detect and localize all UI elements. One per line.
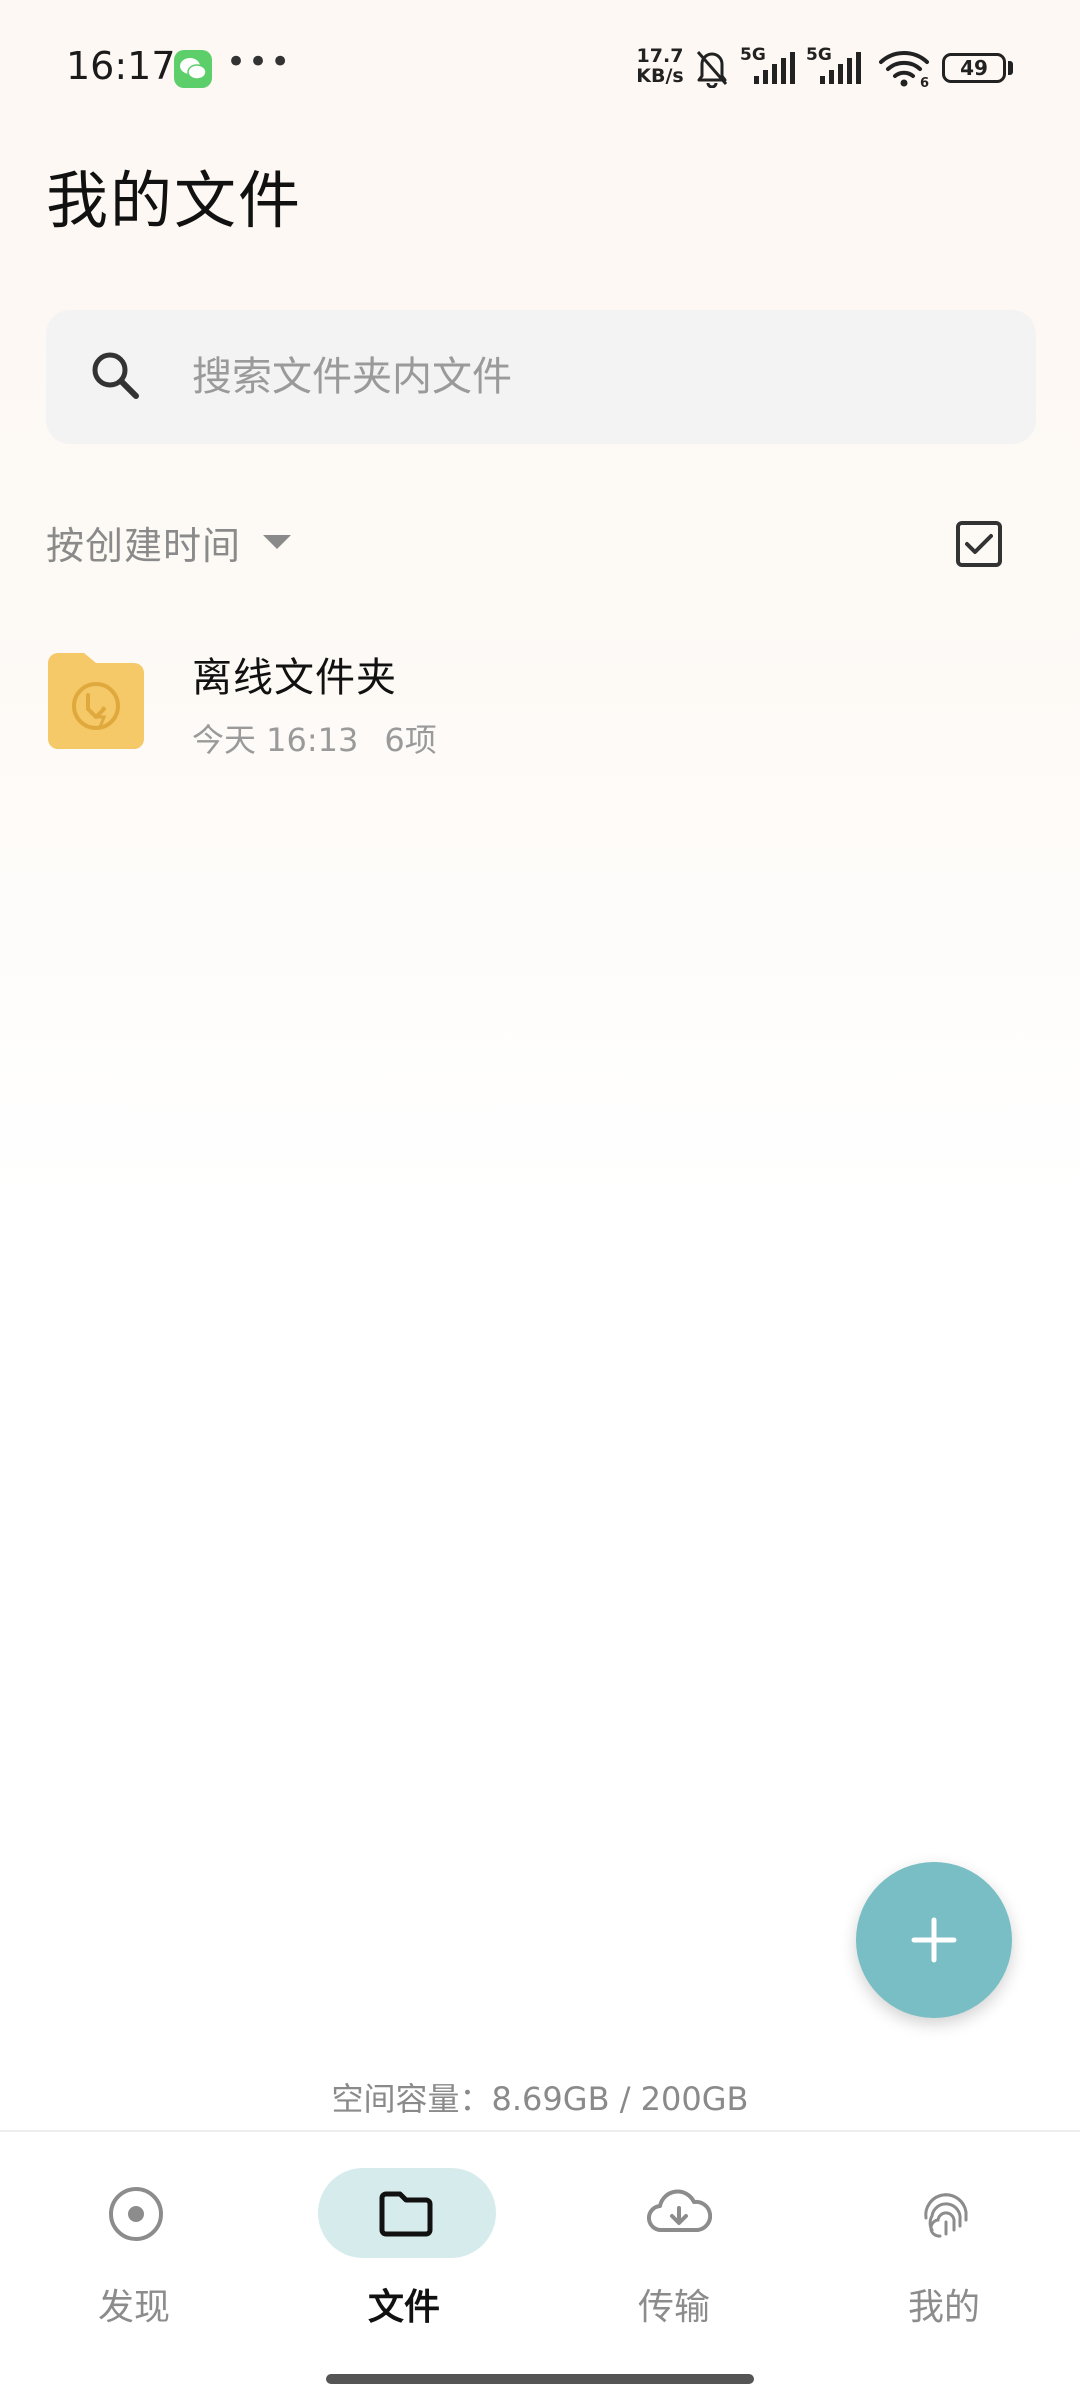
battery-icon: 49 [942, 53, 1006, 83]
nav-label: 文件 [367, 2287, 440, 2328]
battery-tip [1008, 61, 1013, 75]
sort-label: 按创建时间 [46, 523, 242, 568]
search-bar[interactable] [46, 310, 1036, 444]
wifi-icon: 6 [879, 51, 929, 88]
storage-capacity: 空间容量：8.69GB / 200GB [331, 2080, 749, 2118]
wechat-icon [174, 50, 212, 88]
signal-icon: 5G [740, 46, 795, 84]
bottom-nav: 发现 文件 传输 我的 [0, 2130, 1080, 2400]
screen: 16:17 ••• 17.7 KB/s 5G 5G 6 49 我的文件 搜索文件… [0, 0, 1080, 2400]
select-checkbox-icon[interactable] [954, 519, 1004, 569]
signal-icon: 5G [806, 46, 861, 84]
folder-icon [379, 2191, 433, 2237]
search-icon [92, 352, 139, 399]
nav-item-files[interactable]: 文件 [304, 2168, 504, 2348]
sort-dropdown[interactable]: 按创建时间 [46, 512, 292, 572]
net-speed-value: 17.7 [636, 45, 684, 67]
home-indicator[interactable] [326, 2374, 754, 2384]
cloud-download-icon [647, 2189, 712, 2233]
add-button[interactable] [856, 1862, 1012, 2018]
page-title: 我的文件 [46, 164, 303, 237]
file-date: 今天 16:13 [192, 721, 359, 759]
wifi-badge: 6 [920, 76, 929, 88]
fingerprint-icon [924, 2193, 968, 2238]
plus-icon [911, 1917, 957, 1963]
signal-label: 5G [740, 46, 766, 65]
nav-label: 我的 [907, 2287, 980, 2328]
file-meta: 今天 16:13 6项 [192, 715, 437, 761]
nav-item-mine[interactable]: 我的 [844, 2168, 1044, 2348]
discover-icon [109, 2187, 163, 2241]
search-input[interactable] [190, 346, 994, 408]
list-item[interactable]: 离线文件夹 今天 16:13 6项 [0, 625, 1080, 775]
nav-label: 发现 [97, 2287, 170, 2328]
net-speed-unit: KB/s [636, 65, 684, 87]
nav-label: 传输 [637, 2287, 710, 2328]
file-count: 6项 [384, 721, 437, 759]
net-speed: 17.7 KB/s [632, 46, 688, 86]
status-bar: 16:17 ••• 17.7 KB/s 5G 5G 6 49 [0, 0, 1080, 140]
nav-item-discover[interactable]: 发现 [34, 2168, 234, 2348]
file-name: 离线文件夹 [192, 655, 397, 701]
signal-label: 5G [806, 46, 832, 65]
bell-off-icon [696, 51, 728, 88]
caret-down-icon [263, 535, 292, 549]
nav-item-transfer[interactable]: 传输 [574, 2168, 774, 2348]
offline-folder-icon [48, 653, 144, 749]
status-time: 16:17 [66, 44, 176, 88]
more-icon: ••• [226, 42, 293, 82]
